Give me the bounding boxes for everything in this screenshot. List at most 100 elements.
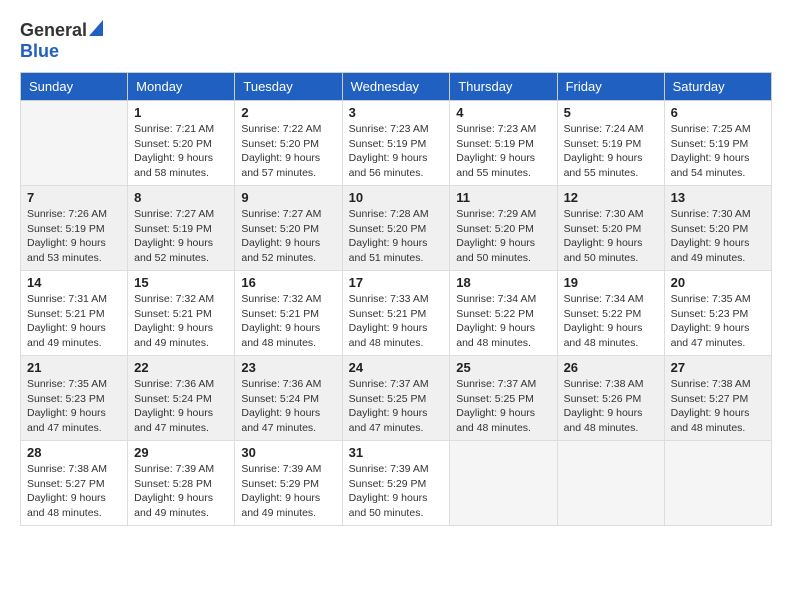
calendar-day-cell bbox=[21, 101, 128, 186]
calendar-day-cell: 5Sunrise: 7:24 AMSunset: 5:19 PMDaylight… bbox=[557, 101, 664, 186]
calendar-day-cell: 9 Sunrise: 7:27 AMSunset: 5:20 PMDaylight… bbox=[235, 186, 342, 271]
day-info: Sunrise: 7:39 AMSunset: 5:28 PMDaylight:… bbox=[134, 462, 228, 521]
day-number: 25 bbox=[456, 360, 550, 375]
day-info: Sunrise: 7:35 AMSunset: 5:23 PMDaylight:… bbox=[671, 292, 765, 351]
day-number: 30 bbox=[241, 445, 335, 460]
calendar-day-cell: 26 Sunrise: 7:38 AMSunset: 5:26 PMDayligh… bbox=[557, 356, 664, 441]
day-info: Sunrise: 7:32 AMSunset: 5:21 PMDaylight:… bbox=[241, 292, 335, 351]
weekday-header: Thursday bbox=[450, 73, 557, 101]
day-info: Sunrise: 7:30 AMSunset: 5:20 PMDaylight:… bbox=[564, 207, 658, 266]
weekday-header: Sunday bbox=[21, 73, 128, 101]
day-number: 24 bbox=[349, 360, 444, 375]
day-info: Sunrise: 7:23 AMSunset: 5:19 PMDaylight:… bbox=[349, 122, 444, 181]
calendar-day-cell: 16 Sunrise: 7:32 AMSunset: 5:21 PMDayligh… bbox=[235, 271, 342, 356]
weekday-header: Saturday bbox=[664, 73, 771, 101]
calendar-day-cell: 13Sunrise: 7:30 AMSunset: 5:20 PMDayligh… bbox=[664, 186, 771, 271]
calendar-day-cell: 7 Sunrise: 7:26 AMSunset: 5:19 PMDaylight… bbox=[21, 186, 128, 271]
calendar-week-row: 21Sunrise: 7:35 AMSunset: 5:23 PMDayligh… bbox=[21, 356, 772, 441]
calendar-day-cell: 15 Sunrise: 7:32 AMSunset: 5:21 PMDayligh… bbox=[128, 271, 235, 356]
day-number: 3 bbox=[349, 105, 444, 120]
day-number: 23 bbox=[241, 360, 335, 375]
day-number: 15 bbox=[134, 275, 228, 290]
day-number: 17 bbox=[349, 275, 444, 290]
day-info: Sunrise: 7:38 AMSunset: 5:27 PMDaylight:… bbox=[671, 377, 765, 436]
calendar-day-cell: 23 Sunrise: 7:36 AMSunset: 5:24 PMDayligh… bbox=[235, 356, 342, 441]
weekday-header: Monday bbox=[128, 73, 235, 101]
day-number: 27 bbox=[671, 360, 765, 375]
day-number: 11 bbox=[456, 190, 550, 205]
day-info: Sunrise: 7:31 AMSunset: 5:21 PMDaylight:… bbox=[27, 292, 121, 351]
day-number: 6 bbox=[671, 105, 765, 120]
calendar-day-cell: 28 Sunrise: 7:38 AMSunset: 5:27 PMDayligh… bbox=[21, 441, 128, 526]
day-number: 9 bbox=[241, 190, 335, 205]
day-number: 20 bbox=[671, 275, 765, 290]
day-info: Sunrise: 7:29 AMSunset: 5:20 PMDaylight:… bbox=[456, 207, 550, 266]
day-info: Sunrise: 7:32 AMSunset: 5:21 PMDaylight:… bbox=[134, 292, 228, 351]
calendar-table: SundayMondayTuesdayWednesdayThursdayFrid… bbox=[20, 72, 772, 526]
day-info: Sunrise: 7:39 AMSunset: 5:29 PMDaylight:… bbox=[349, 462, 444, 521]
calendar-day-cell: 1 Sunrise: 7:21 AMSunset: 5:20 PMDaylight… bbox=[128, 101, 235, 186]
day-number: 5 bbox=[564, 105, 658, 120]
weekday-header-row: SundayMondayTuesdayWednesdayThursdayFrid… bbox=[21, 73, 772, 101]
day-info: Sunrise: 7:36 AMSunset: 5:24 PMDaylight:… bbox=[241, 377, 335, 436]
day-number: 7 bbox=[27, 190, 121, 205]
day-number: 31 bbox=[349, 445, 444, 460]
calendar-day-cell bbox=[664, 441, 771, 526]
calendar-day-cell: 18 Sunrise: 7:34 AMSunset: 5:22 PMDayligh… bbox=[450, 271, 557, 356]
calendar-day-cell: 10Sunrise: 7:28 AMSunset: 5:20 PMDayligh… bbox=[342, 186, 450, 271]
day-number: 8 bbox=[134, 190, 228, 205]
day-info: Sunrise: 7:28 AMSunset: 5:20 PMDaylight:… bbox=[349, 207, 444, 266]
day-info: Sunrise: 7:23 AMSunset: 5:19 PMDaylight:… bbox=[456, 122, 550, 181]
calendar-day-cell: 29 Sunrise: 7:39 AMSunset: 5:28 PMDayligh… bbox=[128, 441, 235, 526]
calendar-day-cell: 21Sunrise: 7:35 AMSunset: 5:23 PMDayligh… bbox=[21, 356, 128, 441]
day-number: 1 bbox=[134, 105, 228, 120]
calendar-day-cell: 11 Sunrise: 7:29 AMSunset: 5:20 PMDayligh… bbox=[450, 186, 557, 271]
calendar-day-cell: 25Sunrise: 7:37 AMSunset: 5:25 PMDayligh… bbox=[450, 356, 557, 441]
day-info: Sunrise: 7:38 AMSunset: 5:26 PMDaylight:… bbox=[564, 377, 658, 436]
calendar-day-cell: 14Sunrise: 7:31 AMSunset: 5:21 PMDayligh… bbox=[21, 271, 128, 356]
day-info: Sunrise: 7:36 AMSunset: 5:24 PMDaylight:… bbox=[134, 377, 228, 436]
page-header: General Blue bbox=[20, 20, 772, 62]
day-number: 18 bbox=[456, 275, 550, 290]
calendar-day-cell: 4 Sunrise: 7:23 AMSunset: 5:19 PMDaylight… bbox=[450, 101, 557, 186]
day-number: 22 bbox=[134, 360, 228, 375]
day-number: 4 bbox=[456, 105, 550, 120]
calendar-day-cell bbox=[557, 441, 664, 526]
day-info: Sunrise: 7:25 AMSunset: 5:19 PMDaylight:… bbox=[671, 122, 765, 181]
calendar-day-cell: 19Sunrise: 7:34 AMSunset: 5:22 PMDayligh… bbox=[557, 271, 664, 356]
calendar-day-cell bbox=[450, 441, 557, 526]
day-info: Sunrise: 7:34 AMSunset: 5:22 PMDaylight:… bbox=[456, 292, 550, 351]
calendar-day-cell: 17 Sunrise: 7:33 AMSunset: 5:21 PMDayligh… bbox=[342, 271, 450, 356]
day-number: 26 bbox=[564, 360, 658, 375]
weekday-header: Friday bbox=[557, 73, 664, 101]
day-info: Sunrise: 7:27 AMSunset: 5:19 PMDaylight:… bbox=[134, 207, 228, 266]
calendar-day-cell: 20 Sunrise: 7:35 AMSunset: 5:23 PMDayligh… bbox=[664, 271, 771, 356]
calendar-week-row: 14Sunrise: 7:31 AMSunset: 5:21 PMDayligh… bbox=[21, 271, 772, 356]
day-info: Sunrise: 7:33 AMSunset: 5:21 PMDaylight:… bbox=[349, 292, 444, 351]
calendar-day-cell: 22 Sunrise: 7:36 AMSunset: 5:24 PMDayligh… bbox=[128, 356, 235, 441]
logo-blue-text: Blue bbox=[20, 41, 59, 61]
day-number: 2 bbox=[241, 105, 335, 120]
logo-general-text: General bbox=[20, 20, 87, 41]
day-info: Sunrise: 7:26 AMSunset: 5:19 PMDaylight:… bbox=[27, 207, 121, 266]
day-number: 16 bbox=[241, 275, 335, 290]
day-number: 12 bbox=[564, 190, 658, 205]
calendar-day-cell: 30 Sunrise: 7:39 AMSunset: 5:29 PMDayligh… bbox=[235, 441, 342, 526]
day-number: 28 bbox=[27, 445, 121, 460]
day-info: Sunrise: 7:38 AMSunset: 5:27 PMDaylight:… bbox=[27, 462, 121, 521]
calendar-week-row: 1 Sunrise: 7:21 AMSunset: 5:20 PMDaylight… bbox=[21, 101, 772, 186]
calendar-day-cell: 2Sunrise: 7:22 AMSunset: 5:20 PMDaylight… bbox=[235, 101, 342, 186]
weekday-header: Tuesday bbox=[235, 73, 342, 101]
day-info: Sunrise: 7:34 AMSunset: 5:22 PMDaylight:… bbox=[564, 292, 658, 351]
day-number: 13 bbox=[671, 190, 765, 205]
day-info: Sunrise: 7:37 AMSunset: 5:25 PMDaylight:… bbox=[349, 377, 444, 436]
day-info: Sunrise: 7:39 AMSunset: 5:29 PMDaylight:… bbox=[241, 462, 335, 521]
calendar-day-cell: 12 Sunrise: 7:30 AMSunset: 5:20 PMDayligh… bbox=[557, 186, 664, 271]
logo: General Blue bbox=[20, 20, 103, 62]
calendar-day-cell: 6 Sunrise: 7:25 AMSunset: 5:19 PMDaylight… bbox=[664, 101, 771, 186]
weekday-header: Wednesday bbox=[342, 73, 450, 101]
day-info: Sunrise: 7:27 AMSunset: 5:20 PMDaylight:… bbox=[241, 207, 335, 266]
day-info: Sunrise: 7:21 AMSunset: 5:20 PMDaylight:… bbox=[134, 122, 228, 181]
day-number: 29 bbox=[134, 445, 228, 460]
calendar-day-cell: 3 Sunrise: 7:23 AMSunset: 5:19 PMDaylight… bbox=[342, 101, 450, 186]
